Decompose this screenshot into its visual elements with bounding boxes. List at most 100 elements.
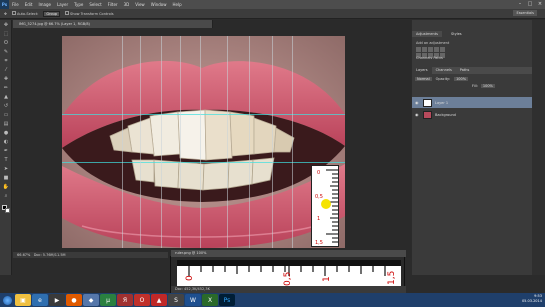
tab-paths-mid[interactable]: Paths (433, 56, 443, 60)
crop-tool-icon[interactable]: ⌗ (2, 58, 10, 65)
marquee-tool-icon[interactable]: ⬚ (2, 31, 10, 38)
menu-layer[interactable]: Layer (54, 2, 71, 7)
maximize-button[interactable]: □ (525, 0, 535, 9)
tab-channels-mid[interactable]: Channels (416, 56, 432, 60)
vertical-guide[interactable] (200, 36, 201, 248)
menu-help[interactable]: Help (169, 2, 184, 7)
vertical-guide[interactable] (122, 36, 123, 248)
vertical-guide[interactable] (249, 36, 250, 248)
horizontal-ruler-image: 0 0,5 1 1,5 (177, 260, 401, 286)
media-player-icon[interactable]: ▶ (49, 294, 65, 306)
tab-styles[interactable]: Styles (447, 31, 466, 37)
zoom-tool-icon[interactable]: ⌕ (2, 193, 10, 200)
fill-field[interactable]: 100% (480, 84, 495, 88)
layer-row-layer1[interactable]: ◉ Layer 1 (412, 97, 545, 108)
history-brush-tool-icon[interactable]: ↺ (2, 103, 10, 110)
system-tray-clock[interactable]: 9:53 05.03.2014 (522, 294, 542, 304)
tab-channels[interactable]: Channels (432, 67, 456, 74)
layer-controls: Normal Opacity: 100% (415, 77, 469, 81)
workspace-dropdown[interactable]: Essentials (513, 10, 537, 16)
background-color-swatch[interactable] (5, 208, 10, 213)
eye-icon[interactable]: ◉ (415, 100, 420, 105)
vertical-guide[interactable] (161, 36, 162, 248)
exposure-icon[interactable] (434, 47, 439, 52)
auto-select-dropdown[interactable]: Group (43, 10, 61, 17)
menu-filter[interactable]: Filter (105, 2, 121, 7)
opacity-field[interactable]: 100% (454, 77, 469, 81)
ruler-document-tab[interactable]: ruler.png @ 100% (171, 250, 406, 257)
internet-explorer-icon[interactable]: e (32, 294, 48, 306)
options-bar: ✥ Auto-Select: Group Show Transform Cont… (0, 9, 545, 19)
vertical-guide[interactable] (272, 36, 273, 248)
transform-label: Show Transform Controls (70, 12, 114, 16)
levels-icon[interactable] (422, 47, 427, 52)
word-icon[interactable]: W (185, 294, 201, 306)
path-select-tool-icon[interactable]: ➤ (2, 166, 10, 173)
gradient-tool-icon[interactable]: ▤ (2, 121, 10, 128)
vertical-guide[interactable] (140, 36, 141, 248)
menu-view[interactable]: View (132, 2, 148, 7)
blend-mode-dropdown[interactable]: Normal (415, 77, 432, 81)
ruler-label-05: 0,5 (283, 272, 293, 286)
menu-file[interactable]: File (9, 2, 22, 7)
opera-icon[interactable]: O (134, 294, 150, 306)
excel-icon[interactable]: X (202, 294, 218, 306)
yandex-icon[interactable]: Я (117, 294, 133, 306)
ruler-document-window[interactable]: ruler.png @ 100% 0 0,5 1 1,5 Doc: 452,3K… (170, 250, 406, 293)
menu-select[interactable]: Select (86, 2, 104, 7)
pen-tool-icon[interactable]: ✒ (2, 148, 10, 155)
explorer-icon[interactable]: ▣ (15, 294, 31, 306)
eraser-tool-icon[interactable]: ▭ (2, 112, 10, 119)
shape-tool-icon[interactable]: ■ (2, 175, 10, 182)
brush-tool-icon[interactable]: ✏ (2, 85, 10, 92)
horizontal-guide[interactable] (62, 162, 345, 163)
doc-size: Doc: 5.76M/11.5M (33, 253, 66, 257)
eyedropper-tool-icon[interactable]: ⁄ (2, 67, 10, 74)
photoshop-taskbar-icon[interactable]: Ps (219, 294, 235, 306)
healing-tool-icon[interactable]: ✚ (2, 76, 10, 83)
menu-type[interactable]: Type (71, 2, 86, 7)
transform-checkbox[interactable] (65, 11, 70, 15)
auto-select-checkbox[interactable] (11, 11, 16, 15)
move-tool-icon[interactable]: ✥ (2, 22, 10, 29)
quick-select-tool-icon[interactable]: ✎ (2, 49, 10, 56)
curves-icon[interactable] (428, 47, 433, 52)
auto-select-label: Auto-Select: (16, 12, 39, 16)
utorrent-icon[interactable]: µ (100, 294, 116, 306)
menu-3d[interactable]: 3D (121, 2, 133, 7)
clone-stamp-tool-icon[interactable]: ▲ (2, 94, 10, 101)
menu-window[interactable]: Window (148, 2, 170, 7)
blur-tool-icon[interactable]: ● (2, 130, 10, 137)
smile-photo[interactable] (62, 36, 345, 248)
type-tool-icon[interactable]: T (2, 157, 10, 164)
menu-bar: Ps File Edit Image Layer Type Select Fil… (0, 0, 545, 9)
eye-icon[interactable]: ◉ (415, 112, 420, 117)
app-icon[interactable]: ◆ (83, 294, 99, 306)
vertical-guide[interactable] (180, 36, 181, 248)
skype-icon[interactable]: S (168, 294, 184, 306)
document-tab[interactable]: IMG_5274.jpg @ 66.7% (Layer 1, RGB/8) (13, 20, 213, 28)
vibrance-icon[interactable] (440, 47, 445, 52)
menu-edit[interactable]: Edit (22, 2, 36, 7)
vertical-guide[interactable] (227, 36, 228, 248)
start-button[interactable] (0, 293, 14, 307)
minimize-button[interactable]: – (515, 0, 525, 9)
lasso-tool-icon[interactable]: ʘ (2, 40, 10, 47)
horizontal-guide[interactable] (62, 114, 345, 115)
close-button[interactable]: × (535, 0, 545, 9)
vertical-ruler-overlay[interactable]: 0 0,5 1 1,5 (311, 165, 339, 247)
brightness-contrast-icon[interactable] (416, 47, 421, 52)
layer-row-background[interactable]: ◉ Background (412, 109, 545, 120)
tab-paths[interactable]: Paths (456, 67, 474, 74)
hand-tool-icon[interactable]: ✋ (2, 184, 10, 191)
acrobat-icon[interactable]: ▲ (151, 294, 167, 306)
tab-layers[interactable]: Layers (412, 67, 432, 74)
firefox-icon[interactable]: ● (66, 294, 82, 306)
tab-adjustments[interactable]: Adjustments (412, 31, 442, 37)
zoom-level[interactable]: 66.67% (17, 253, 30, 257)
move-tool-icon: ✥ (4, 11, 7, 16)
horizontal-ruler-ticks: 0 0,5 1 1,5 (177, 260, 401, 286)
dodge-tool-icon[interactable]: ◐ (2, 139, 10, 146)
vertical-guide[interactable] (292, 36, 293, 248)
menu-image[interactable]: Image (35, 2, 54, 7)
